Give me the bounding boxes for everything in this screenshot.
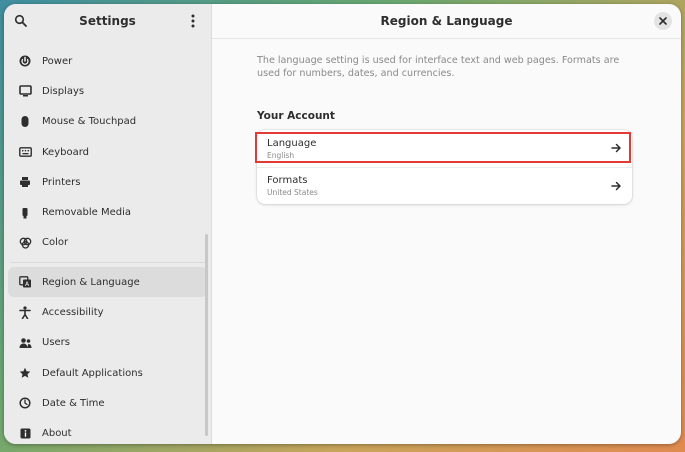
usb-icon xyxy=(18,206,32,220)
row-title: Formats xyxy=(267,175,308,186)
section-title: Your Account xyxy=(257,110,335,122)
sidebar-item-label: Keyboard xyxy=(42,146,90,158)
row-subtitle: United States xyxy=(267,188,318,197)
sidebar-item-users[interactable]: Users xyxy=(8,328,207,358)
mouse-icon xyxy=(18,115,32,129)
sidebar-header: Settings xyxy=(4,4,211,38)
sidebar-item-accessibility[interactable]: Accessibility xyxy=(8,297,207,327)
sidebar-item-printers[interactable]: Printers xyxy=(8,167,207,197)
printer-icon xyxy=(18,175,32,189)
keyboard-icon xyxy=(18,145,32,159)
star-icon xyxy=(18,366,32,380)
sidebar-item-mouse[interactable]: Mouse & Touchpad xyxy=(8,107,207,137)
main-header: Region & Language xyxy=(212,4,681,39)
sidebar-item-power[interactable]: Power xyxy=(8,46,207,76)
power-icon xyxy=(18,54,32,68)
page-title: Region & Language xyxy=(380,14,513,28)
sidebar-item-label: Accessibility xyxy=(42,307,104,319)
sidebar-item-label: Printers xyxy=(42,176,81,188)
sidebar-item-date-time[interactable]: Date & Time xyxy=(8,388,207,418)
page-description: The language setting is used for interfa… xyxy=(257,55,620,79)
sidebar-item-region-language[interactable]: A Region & Language xyxy=(8,267,207,298)
color-icon xyxy=(18,236,32,250)
search-icon[interactable] xyxy=(14,13,28,27)
sidebar-item-label: Region & Language xyxy=(42,276,140,288)
sidebar-item-about[interactable]: About xyxy=(8,419,207,444)
sidebar-item-label: Users xyxy=(42,337,71,349)
sidebar-item-keyboard[interactable]: Keyboard xyxy=(8,137,207,167)
sidebar-item-removable-media[interactable]: Removable Media xyxy=(8,197,207,227)
arrow-right-icon xyxy=(611,143,621,153)
info-icon xyxy=(18,427,32,441)
sidebar-item-label: About xyxy=(42,428,72,440)
sidebar-separator xyxy=(10,262,205,264)
account-settings-card: Language English Formats United States xyxy=(257,130,632,204)
language-row[interactable]: Language English xyxy=(257,130,632,167)
sidebar-item-label: Color xyxy=(42,237,69,249)
settings-window: Settings Power Displays Mouse & Touchpad xyxy=(4,4,681,444)
sidebar-item-label: Default Applications xyxy=(42,367,143,379)
sidebar: Settings Power Displays Mouse & Touchpad xyxy=(4,4,212,444)
sidebar-item-label: Date & Time xyxy=(42,397,105,409)
arrow-right-icon xyxy=(611,181,621,191)
sidebar-item-label: Mouse & Touchpad xyxy=(42,116,137,128)
close-icon xyxy=(659,17,667,25)
region-icon: A xyxy=(18,275,32,289)
clock-icon xyxy=(18,396,32,410)
users-icon xyxy=(18,336,32,350)
accessibility-icon xyxy=(18,306,32,320)
menu-icon[interactable] xyxy=(189,13,197,29)
sidebar-item-color[interactable]: Color xyxy=(8,228,207,258)
main-pane: Region & Language The language setting i… xyxy=(212,4,681,444)
close-button[interactable] xyxy=(654,12,672,30)
sidebar-item-label: Power xyxy=(42,55,73,67)
formats-row[interactable]: Formats United States xyxy=(257,167,632,204)
sidebar-list: Power Displays Mouse & Touchpad Keyboard… xyxy=(8,46,207,444)
sidebar-item-label: Displays xyxy=(42,85,85,97)
row-subtitle: English xyxy=(267,150,295,160)
row-title: Language xyxy=(267,137,317,149)
sidebar-scrollbar[interactable] xyxy=(205,234,208,436)
sidebar-item-default-applications[interactable]: Default Applications xyxy=(8,358,207,388)
sidebar-item-label: Removable Media xyxy=(42,207,132,219)
display-icon xyxy=(18,84,32,98)
sidebar-item-displays[interactable]: Displays xyxy=(8,76,207,106)
sidebar-title: Settings xyxy=(79,14,136,28)
